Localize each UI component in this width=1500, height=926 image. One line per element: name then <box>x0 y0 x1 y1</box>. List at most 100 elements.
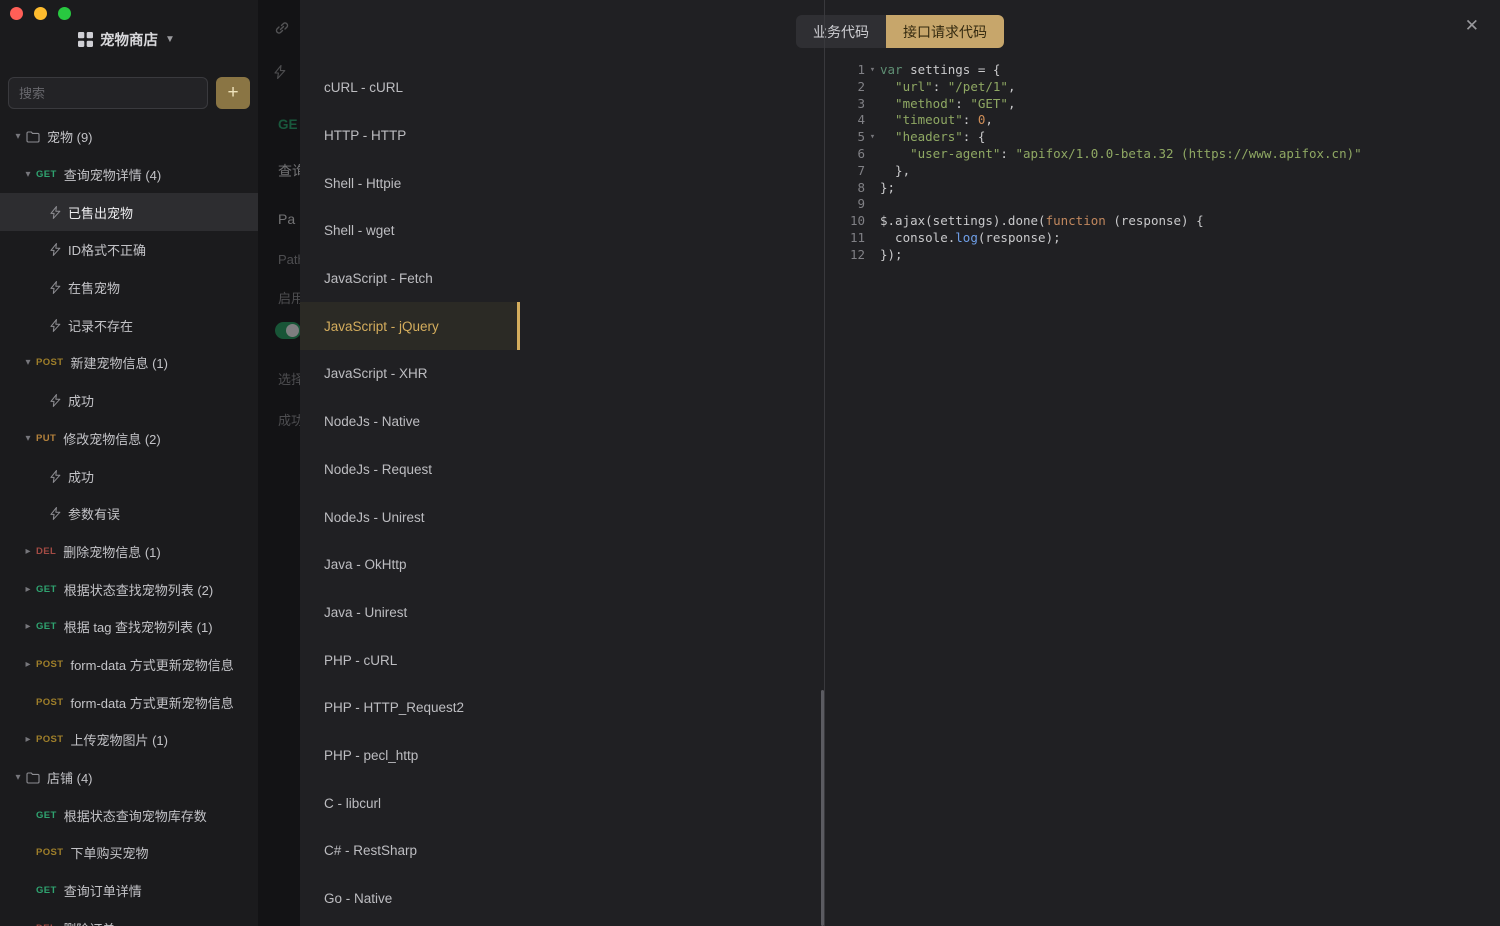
caret-right-icon[interactable]: ▸ <box>20 584 36 595</box>
caret-down-icon[interactable]: ▾ <box>20 169 36 180</box>
language-item[interactable]: Java - OkHttp <box>300 541 520 589</box>
tree-row-label: 记录不存在 <box>68 316 133 335</box>
search-input[interactable] <box>8 77 208 109</box>
api-tree: ▾宠物 (9)▾GET查询宠物详情 (4)已售出宠物ID格式不正确在售宠物记录不… <box>0 118 258 926</box>
tree-row-case[interactable]: 成功 <box>0 457 258 495</box>
add-button[interactable]: + <box>216 77 250 109</box>
language-item[interactable]: Shell - wget <box>300 207 520 255</box>
code-token: (response); <box>978 230 1061 247</box>
close-icon[interactable]: ✕ <box>1465 17 1479 34</box>
traffic-zoom-button[interactable] <box>58 7 71 20</box>
folder-icon <box>26 131 40 143</box>
tree-row-case[interactable]: 参数有误 <box>0 495 258 533</box>
language-item[interactable]: HTTP - HTTP <box>300 112 520 160</box>
caret-right-icon[interactable]: ▸ <box>20 659 36 670</box>
tree-row-label: 店铺 (4) <box>47 768 93 787</box>
fold-spacer <box>865 230 880 247</box>
language-item[interactable]: PHP - HTTP_Request2 <box>300 684 520 732</box>
caret-down-icon[interactable]: ▾ <box>20 357 36 368</box>
language-item[interactable]: NodeJs - Native <box>300 398 520 446</box>
fold-caret-icon[interactable]: ▾ <box>865 129 880 146</box>
tree-row-api[interactable]: GET根据状态查询宠物库存数 <box>0 796 258 834</box>
tree-row-folder[interactable]: ▾ 店铺 (4) <box>0 759 258 797</box>
tree-row-api[interactable]: ▸GET根据状态查找宠物列表 (2) <box>0 570 258 608</box>
code-line: 11 console.log(response); <box>825 230 1500 247</box>
window-controls <box>10 7 71 20</box>
code-editor[interactable]: 1▾var settings = {2 "url": "/pet/1",3 "m… <box>825 62 1500 926</box>
tree-row-api[interactable]: DEL删除订单 <box>0 909 258 926</box>
tree-row-label: 成功 <box>68 467 94 486</box>
tree-row-api[interactable]: ▸DEL删除宠物信息 (1) <box>0 533 258 571</box>
tree-row-label: 已售出宠物 <box>68 203 133 222</box>
line-number: 2 <box>825 79 865 96</box>
language-item[interactable]: cURL - cURL <box>300 64 520 112</box>
line-number: 12 <box>825 247 865 264</box>
method-badge: GET <box>36 885 57 896</box>
caret-right-icon[interactable]: ▸ <box>20 734 36 745</box>
language-item[interactable]: C# - RestSharp <box>300 827 520 875</box>
code-token: console. <box>880 230 955 247</box>
tree-row-folder[interactable]: ▾宠物 (9) <box>0 118 258 156</box>
tree-row-case[interactable]: 成功 <box>0 382 258 420</box>
tree-row-api[interactable]: ▾PUT修改宠物信息 (2) <box>0 420 258 458</box>
fold-spacer <box>865 146 880 163</box>
method-badge: POST <box>36 847 63 858</box>
language-item[interactable]: PHP - pecl_http <box>300 732 520 780</box>
tree-row-api[interactable]: ▾POST新建宠物信息 (1) <box>0 344 258 382</box>
tree-row-api[interactable]: ▸POST上传宠物图片 (1) <box>0 721 258 759</box>
code-token: var <box>880 62 903 79</box>
code-token: }); <box>880 247 903 264</box>
method-badge: POST <box>36 659 63 670</box>
caret-down-icon[interactable]: ▾ <box>10 131 26 142</box>
tree-row-label: 下单购买宠物 <box>70 843 148 862</box>
tree-row-label: 删除订单 <box>63 919 115 926</box>
language-item[interactable]: NodeJs - Request <box>300 446 520 494</box>
modal-backdrop[interactable] <box>258 0 300 926</box>
code-token: "timeout" <box>880 112 963 129</box>
code-token: : { <box>963 129 986 146</box>
tree-row-case[interactable]: 记录不存在 <box>0 306 258 344</box>
caret-down-icon[interactable]: ▾ <box>10 772 26 783</box>
fold-spacer <box>865 112 880 129</box>
fold-caret-icon[interactable]: ▾ <box>865 62 880 79</box>
tree-row-api[interactable]: GET查询订单详情 <box>0 872 258 910</box>
language-item[interactable]: Go - Native <box>300 875 520 923</box>
tab-api-request-code[interactable]: 接口请求代码 <box>886 15 1004 48</box>
code-token: = { <box>978 62 1001 79</box>
workspace-switcher[interactable]: 宠物商店 ▼ <box>78 29 175 50</box>
code-token: , <box>985 112 993 129</box>
language-item[interactable]: C - libcurl <box>300 779 520 827</box>
tree-row-api[interactable]: ▸GET根据 tag 查找宠物列表 (1) <box>0 608 258 646</box>
caret-down-icon[interactable]: ▾ <box>20 433 36 444</box>
scrollbar-thumb[interactable] <box>821 690 824 926</box>
language-item[interactable]: JavaScript - Fetch <box>300 255 520 303</box>
tree-row-case[interactable]: 在售宠物 <box>0 269 258 307</box>
language-item[interactable]: Shell - Httpie <box>300 159 520 207</box>
tab-business-code[interactable]: 业务代码 <box>796 15 886 48</box>
tree-row-case[interactable]: ID格式不正确 <box>0 231 258 269</box>
language-item[interactable]: JavaScript - XHR <box>300 350 520 398</box>
tree-row-label: 新建宠物信息 (1) <box>70 353 168 372</box>
caret-right-icon[interactable]: ▸ <box>20 621 36 632</box>
tree-row-api[interactable]: ▸POSTform-data 方式更新宠物信息 <box>0 646 258 684</box>
language-item[interactable]: JavaScript - jQuery <box>300 302 520 350</box>
code-token: function <box>1046 213 1106 230</box>
method-badge: DEL <box>36 546 56 557</box>
tree-row-api[interactable]: POSTform-data 方式更新宠物信息 <box>0 683 258 721</box>
tree-row-case[interactable]: 已售出宠物 <box>0 193 258 231</box>
traffic-close-button[interactable] <box>10 7 23 20</box>
tree-row-api[interactable]: ▾GET查询宠物详情 (4) <box>0 156 258 194</box>
code-token: settings <box>903 62 978 79</box>
tree-row-api[interactable]: POST 下单购买宠物 <box>0 834 258 872</box>
tree-row-label: 查询宠物详情 (4) <box>64 165 162 184</box>
code-line: 7 }, <box>825 163 1500 180</box>
code-token: }, <box>880 163 910 180</box>
language-item[interactable]: NodeJs - Unirest <box>300 493 520 541</box>
language-item[interactable]: Java - Unirest <box>300 589 520 637</box>
language-item[interactable]: PHP - cURL <box>300 636 520 684</box>
case-bolt-icon <box>50 470 61 483</box>
method-badge: GET <box>36 584 57 595</box>
caret-right-icon[interactable]: ▸ <box>20 546 36 557</box>
line-number: 3 <box>825 96 865 113</box>
traffic-minimize-button[interactable] <box>34 7 47 20</box>
